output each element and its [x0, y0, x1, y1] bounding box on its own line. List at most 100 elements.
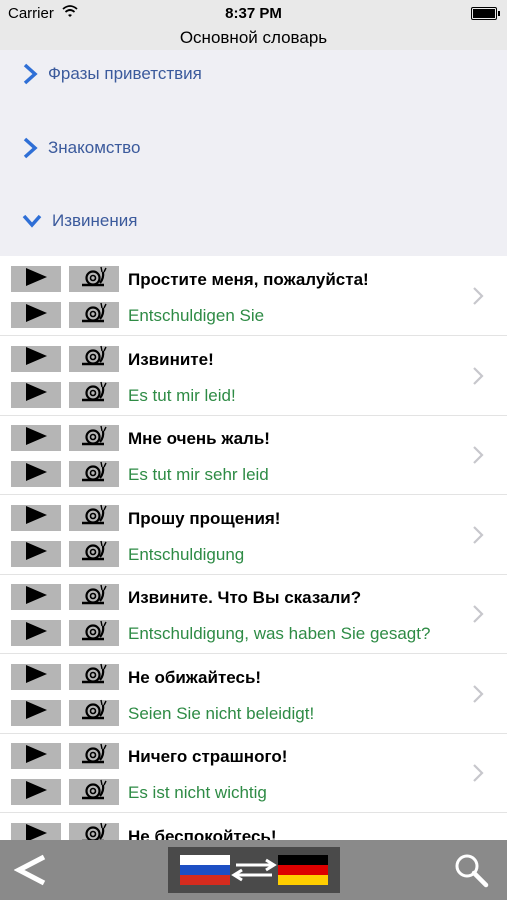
play-german-slow-button[interactable]	[69, 302, 119, 328]
page-title: Основной словарь	[179, 28, 328, 47]
play-russian-button[interactable]	[11, 504, 61, 531]
play-icon	[23, 744, 49, 769]
nav-bar: Основной словарь	[0, 26, 507, 50]
russian-phrase: Не обижайтесь!	[128, 667, 262, 687]
bottom-toolbar	[0, 840, 507, 900]
phrase-row[interactable]: Не беспокойтесь!	[0, 813, 507, 841]
snail-icon	[80, 822, 108, 840]
play-russian-slow-button[interactable]	[69, 425, 119, 451]
snail-icon	[80, 381, 108, 408]
category-item-acquaintance[interactable]: Знакомство	[22, 133, 140, 163]
phrase-row[interactable]: Простите меня, пожалуйста! Entschuldigen …	[0, 256, 507, 336]
play-icon	[23, 585, 49, 610]
chevron-down-icon	[22, 214, 42, 228]
play-german-button[interactable]	[11, 302, 61, 328]
play-icon	[23, 541, 49, 566]
german-phrase: Es ist nicht wichtig	[128, 783, 267, 802]
category-label: Знакомство	[48, 138, 141, 157]
play-russian-button[interactable]	[11, 743, 61, 769]
clock: 8:37 PM	[225, 5, 282, 22]
snail-icon	[80, 743, 108, 770]
play-icon	[23, 346, 49, 371]
play-icon	[23, 823, 49, 840]
russian-phrase: Простите меня, пожалуйста!	[128, 270, 369, 289]
play-german-button[interactable]	[11, 620, 61, 646]
swap-arrows-icon	[231, 858, 277, 882]
chevron-right-icon	[472, 366, 484, 391]
phrase-row[interactable]: Прошу прощения! Entschuldigung	[0, 495, 507, 575]
back-button[interactable]	[13, 854, 48, 891]
snail-icon	[80, 461, 108, 488]
status-bar: Carrier 8:37 PM	[0, 0, 507, 26]
chevron-right-icon	[23, 137, 38, 159]
play-russian-button[interactable]	[11, 663, 61, 690]
chevron-right-icon	[472, 604, 484, 629]
play-german-button[interactable]	[11, 381, 61, 408]
play-russian-button[interactable]	[11, 345, 61, 372]
play-german-slow-button[interactable]	[69, 620, 119, 646]
phrase-row[interactable]: Извините! Es tut mir leid!	[0, 336, 507, 416]
play-icon	[23, 780, 49, 805]
play-russian-slow-button[interactable]	[69, 266, 119, 292]
search-icon	[455, 854, 489, 888]
chevron-right-icon	[472, 445, 484, 470]
play-russian-button[interactable]	[11, 584, 61, 610]
play-icon	[23, 462, 49, 487]
phrase-row[interactable]: Мне очень жаль! Es tut mir sehr leid	[0, 415, 507, 495]
play-icon	[23, 700, 49, 725]
russian-phrase: Не беспокойтесь!	[128, 826, 277, 841]
play-german-slow-button[interactable]	[69, 779, 119, 805]
phrase-row[interactable]: Не обижайтесь! Seien Sie nicht beleidigt!	[0, 654, 507, 734]
german-phrase: Es tut mir sehr leid	[128, 465, 269, 484]
phrase-row[interactable]: Ничего страшного! Es ist nicht wichtig	[0, 733, 507, 813]
play-icon	[23, 382, 49, 407]
chevron-right-icon	[23, 63, 38, 85]
category-item-greetings[interactable]: Фразы приветствия	[22, 59, 202, 89]
snail-icon	[80, 620, 108, 647]
play-icon	[23, 505, 49, 530]
chevron-right-icon	[472, 684, 484, 709]
play-icon	[23, 664, 49, 689]
play-russian-slow-button[interactable]	[69, 743, 119, 769]
russian-phrase: Мне очень жаль!	[128, 429, 270, 448]
battery-icon	[471, 7, 500, 20]
german-phrase: Entschuldigung, was haben Sie gesagt?	[128, 624, 431, 643]
snail-icon	[80, 266, 108, 293]
play-german-button[interactable]	[11, 779, 61, 805]
german-phrase: Entschuldigen Sie	[128, 306, 265, 325]
play-german-slow-button[interactable]	[69, 381, 119, 408]
snail-icon	[80, 779, 108, 806]
play-russian-slow-button[interactable]	[69, 822, 119, 840]
category-item-apologies[interactable]: Извинения	[22, 206, 137, 236]
snail-icon	[80, 425, 108, 452]
play-russian-slow-button[interactable]	[69, 504, 119, 531]
snail-icon	[80, 699, 108, 726]
german-phrase: Seien Sie nicht beleidigt!	[128, 703, 315, 723]
russian-phrase: Извините!	[128, 349, 214, 369]
chevron-right-icon	[472, 525, 484, 550]
phrase-row[interactable]: Извините. Что Вы сказали? Entschuldigung,…	[0, 574, 507, 654]
play-russian-button[interactable]	[11, 266, 61, 292]
play-icon	[23, 303, 49, 328]
play-russian-button[interactable]	[11, 822, 61, 840]
play-german-button[interactable]	[11, 699, 61, 726]
play-russian-slow-button[interactable]	[69, 584, 119, 610]
play-icon	[23, 267, 49, 292]
play-russian-button[interactable]	[11, 425, 61, 451]
play-russian-slow-button[interactable]	[69, 663, 119, 690]
chevron-right-icon	[472, 286, 484, 311]
russian-phrase: Извините. Что Вы сказали?	[128, 588, 362, 607]
snail-icon	[80, 345, 108, 372]
snail-icon	[80, 540, 108, 567]
play-german-slow-button[interactable]	[69, 699, 119, 726]
play-german-slow-button[interactable]	[69, 540, 119, 567]
back-arrow-icon	[13, 854, 46, 886]
language-swap-button[interactable]	[168, 847, 340, 893]
play-russian-slow-button[interactable]	[69, 345, 119, 372]
snail-icon	[80, 504, 108, 531]
search-button[interactable]	[452, 851, 490, 894]
play-german-button[interactable]	[11, 461, 61, 487]
play-german-slow-button[interactable]	[69, 461, 119, 487]
snail-icon	[80, 663, 108, 690]
play-german-button[interactable]	[11, 540, 61, 567]
